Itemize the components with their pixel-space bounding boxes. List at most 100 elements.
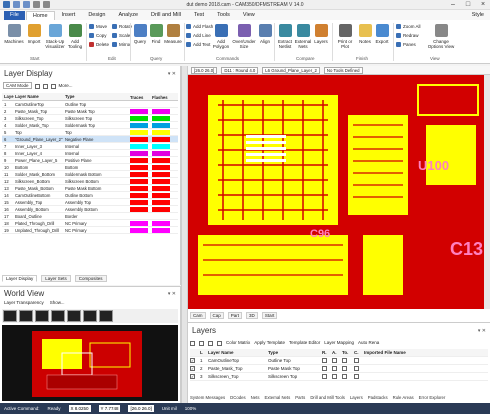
- traces-color-swatch[interactable]: [130, 186, 148, 191]
- layer-row[interactable]: 15 Assembly_Top Assembly Top: [2, 199, 178, 206]
- layer-tool-icon[interactable]: [34, 83, 40, 89]
- tab-drill-mill-tools[interactable]: Drill and Mill Tools: [310, 395, 345, 400]
- active-layer-selector[interactable]: L6 Ground_Plane_Layer_2: [262, 66, 320, 74]
- layer-tool-icon[interactable]: [50, 83, 56, 89]
- tab-external-nets[interactable]: External Nets: [264, 395, 290, 400]
- layer-row[interactable]: 8 Inner_Layer_4 Internal: [2, 150, 178, 157]
- layer-row[interactable]: 13 Paste_Mask_Bottom Paste Mask Bottom: [2, 185, 178, 192]
- thumbnail[interactable]: [99, 310, 113, 322]
- layer-row[interactable]: 11 Solder_Mask_Bottom Soldermask Bottom: [2, 171, 178, 178]
- traces-color-swatch[interactable]: [130, 207, 148, 212]
- menu-home[interactable]: Home: [25, 10, 55, 20]
- traces-color-swatch[interactable]: [130, 123, 148, 128]
- thumbnail[interactable]: [3, 310, 17, 322]
- layer-row[interactable]: 3 Silkscreen_Top Silkscreen Top: [2, 115, 178, 122]
- add-flash-button[interactable]: Add Flash: [186, 23, 213, 30]
- flashes-color-swatch[interactable]: [152, 151, 170, 156]
- menu-analyze[interactable]: Analyze: [112, 11, 144, 20]
- a-checkbox[interactable]: [332, 358, 337, 363]
- traces-color-swatch[interactable]: [130, 214, 148, 219]
- flashes-color-swatch[interactable]: [152, 102, 170, 107]
- layer-row[interactable]: 12 Silkscreen_Bottom Silkscreen Bottom: [2, 178, 178, 185]
- dcode-selector[interactable]: D11 : Round 4.0: [221, 66, 259, 74]
- redraw-button[interactable]: Redraw: [396, 32, 419, 39]
- flashes-color-swatch[interactable]: [152, 144, 170, 149]
- tab-cam[interactable]: Cam: [190, 312, 206, 319]
- flashes-color-swatch[interactable]: [152, 158, 170, 163]
- flashes-color-swatch[interactable]: [152, 172, 170, 177]
- flashes-color-swatch[interactable]: [152, 200, 170, 205]
- style-menu[interactable]: Style: [466, 11, 490, 20]
- export-button[interactable]: Export: [373, 24, 391, 44]
- auto-rename-button[interactable]: Auto Rena: [358, 340, 379, 345]
- layer-visible-checkbox[interactable]: ✓: [190, 374, 195, 379]
- traces-color-swatch[interactable]: [130, 165, 148, 170]
- zoom-selector[interactable]: [26.0 26.0]: [191, 66, 218, 74]
- layer-visible-checkbox[interactable]: ✓: [190, 358, 195, 363]
- traces-color-swatch[interactable]: [130, 116, 148, 121]
- traces-color-swatch[interactable]: [130, 102, 148, 107]
- tab-nets[interactable]: Nets: [251, 395, 260, 400]
- add-layer-icon[interactable]: [190, 340, 195, 346]
- traces-color-swatch[interactable]: [130, 144, 148, 149]
- canvas-vertical-scrollbar[interactable]: [484, 75, 490, 309]
- layers-dock-row[interactable]: ✓ 2 Paste_Mask_Top Paste Mask Top: [190, 365, 488, 373]
- menu-drill-and-mill[interactable]: Drill and Mill: [145, 11, 187, 20]
- add-text-button[interactable]: Add Text: [186, 41, 210, 48]
- traces-color-swatch[interactable]: [130, 179, 148, 184]
- tab-start[interactable]: Start: [261, 312, 278, 319]
- c-checkbox[interactable]: [354, 358, 359, 363]
- menu-view[interactable]: View: [237, 11, 261, 20]
- add-line-button[interactable]: Add Line: [186, 32, 211, 39]
- tab-padstacks[interactable]: Padstacks: [368, 395, 388, 400]
- layer-row[interactable]: 5 Top Top: [2, 129, 178, 136]
- over-under-size-button[interactable]: Over/Under Size: [232, 24, 256, 49]
- panel-controls[interactable]: ▾ ✕: [168, 291, 176, 297]
- traces-color-swatch[interactable]: [130, 130, 148, 135]
- color-matrix-button[interactable]: Color Matrix: [226, 340, 250, 345]
- thumbnail[interactable]: [83, 310, 97, 322]
- flashes-color-swatch[interactable]: [152, 123, 170, 128]
- add-polygon-button[interactable]: Add Polygon: [212, 24, 230, 49]
- layers-dock-row[interactable]: ✓ 3 Silkscreen_Top Silkscreen Top: [190, 373, 488, 381]
- layers-dock-row[interactable]: ✓ 1 CamOutlineTop Outline Top: [190, 357, 488, 365]
- add-tooling-button[interactable]: Add Tooling: [66, 24, 84, 49]
- flashes-color-swatch[interactable]: [152, 214, 170, 219]
- thumbnail[interactable]: [35, 310, 49, 322]
- tab-parts[interactable]: Parts: [295, 395, 305, 400]
- flashes-color-swatch[interactable]: [152, 137, 170, 142]
- flashes-color-swatch[interactable]: [152, 207, 170, 212]
- find-button[interactable]: Find: [149, 24, 163, 44]
- layer-row[interactable]: 2 Paste_Mask_Top Paste Mask Top: [2, 108, 178, 115]
- flashes-color-swatch[interactable]: [152, 221, 170, 226]
- mode-dropdown[interactable]: CAM Mode: [3, 82, 32, 89]
- layer-row[interactable]: 9 Power_Plane_Layer_5 Positive Plane: [2, 157, 178, 164]
- move-up-icon[interactable]: [208, 340, 213, 346]
- traces-color-swatch[interactable]: [130, 151, 148, 156]
- a-checkbox[interactable]: [332, 366, 337, 371]
- measure-button[interactable]: Measure: [163, 24, 183, 44]
- menu-file[interactable]: File: [4, 10, 25, 20]
- tab-part[interactable]: Part: [227, 312, 243, 319]
- tab-rule-areas[interactable]: Rule Areas: [393, 395, 414, 400]
- traces-color-swatch[interactable]: [130, 193, 148, 198]
- flashes-color-swatch[interactable]: [152, 186, 170, 191]
- stackup-button[interactable]: Stack-Up Visualizer: [44, 24, 66, 49]
- extract-netlist-button[interactable]: Extract Netlist: [276, 24, 294, 49]
- tab-error-explorer[interactable]: Error Explorer: [419, 395, 446, 400]
- scale-button[interactable]: Scale: [112, 32, 130, 39]
- c-checkbox[interactable]: [354, 366, 359, 371]
- more-button[interactable]: More...: [59, 83, 73, 88]
- r-checkbox[interactable]: [322, 358, 327, 363]
- tab-system-messages[interactable]: System Messages: [190, 395, 225, 400]
- delete-button[interactable]: Delete: [89, 41, 109, 48]
- traces-color-swatch[interactable]: [130, 172, 148, 177]
- panes-button[interactable]: Panes: [396, 41, 416, 48]
- tab-3d[interactable]: 3D: [246, 312, 258, 319]
- layer-row[interactable]: 17 Board_Outline Border: [2, 213, 178, 220]
- traces-color-swatch[interactable]: [130, 137, 148, 142]
- tab-composites[interactable]: Composites: [74, 275, 107, 282]
- copy-button[interactable]: Copy: [89, 32, 107, 39]
- notes-button[interactable]: Notes: [357, 24, 373, 44]
- pcb-canvas[interactable]: C13 C96 U100: [188, 75, 484, 309]
